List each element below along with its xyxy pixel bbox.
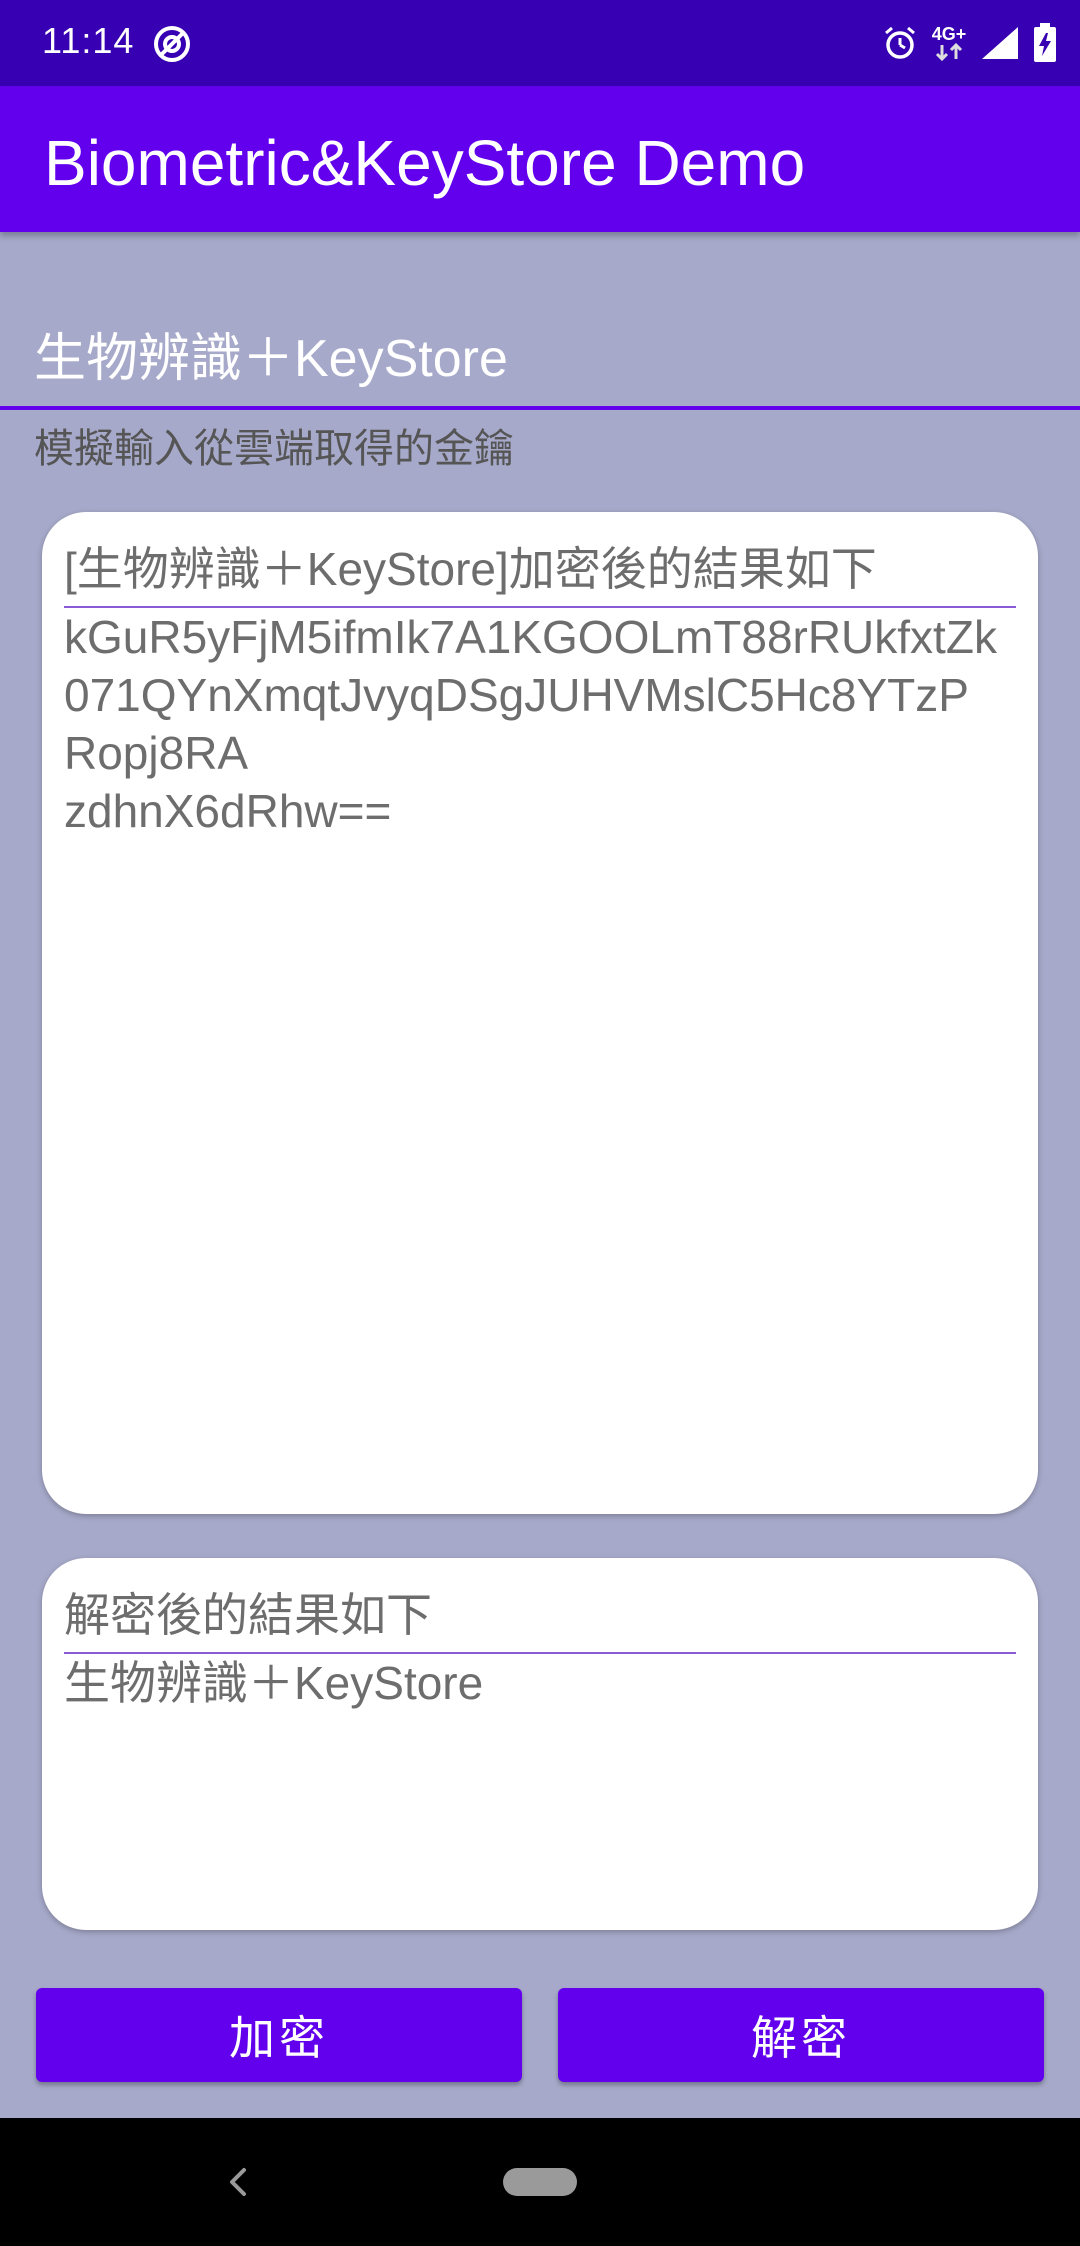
encrypted-line: 071QYnXmqtJvyqDSgJUHVMslC5Hc8YTzP: [64, 669, 969, 721]
key-input-field[interactable]: 生物辨識＋KeyStore: [0, 300, 1080, 410]
app-bar: Biometric&KeyStore Demo: [0, 86, 1080, 232]
key-input-hint: 模擬輸入從雲端取得的金鑰: [34, 427, 514, 471]
network-indicator: 4G+: [930, 25, 968, 61]
key-input-value[interactable]: 生物辨識＋KeyStore: [34, 316, 508, 391]
decrypted-result-card: 解密後的結果如下 生物辨識＋KeyStore: [42, 1558, 1038, 1930]
no-disturb-icon: [154, 26, 190, 62]
status-time: 11:14: [42, 20, 135, 61]
encrypted-result-label: [生物辨識＋KeyStore]加密後的結果如下: [64, 536, 1016, 608]
signal-icon: [982, 27, 1018, 59]
encrypted-result-text[interactable]: kGuR5yFjM5ifmIk7A1KGOOLmT88rRUkfxtZk 071…: [64, 608, 1024, 840]
encrypted-line: Ropj8RA: [64, 727, 249, 779]
encrypted-result-card: [生物辨識＋KeyStore]加密後的結果如下 kGuR5yFjM5ifmIk7…: [42, 512, 1038, 1514]
app-title: Biometric&KeyStore Demo: [44, 127, 806, 199]
decrypted-value: 生物辨識＋KeyStore: [64, 1657, 484, 1709]
status-bar: 11:14 4G+: [0, 0, 1080, 86]
encrypt-button[interactable]: 加密: [36, 1988, 522, 2082]
decrypt-button[interactable]: 解密: [558, 1988, 1044, 2082]
back-icon[interactable]: [220, 2162, 256, 2202]
alarm-icon: [885, 26, 915, 59]
decrypted-result-label: 解密後的結果如下: [64, 1582, 1016, 1654]
data-activity-icon: [935, 43, 963, 61]
battery-charging-icon: [1034, 23, 1056, 62]
decrypted-result-text[interactable]: 生物辨識＋KeyStore: [64, 1654, 1024, 1712]
status-icons: 4G+: [882, 20, 1058, 66]
encrypted-line: zdhnX6dRhw==: [64, 785, 392, 837]
home-pill[interactable]: [503, 2168, 577, 2196]
navigation-bar: [0, 2118, 1080, 2246]
encrypted-line: kGuR5yFjM5ifmIk7A1KGOOLmT88rRUkfxtZk: [64, 611, 997, 663]
network-type-label: 4G+: [931, 24, 967, 44]
